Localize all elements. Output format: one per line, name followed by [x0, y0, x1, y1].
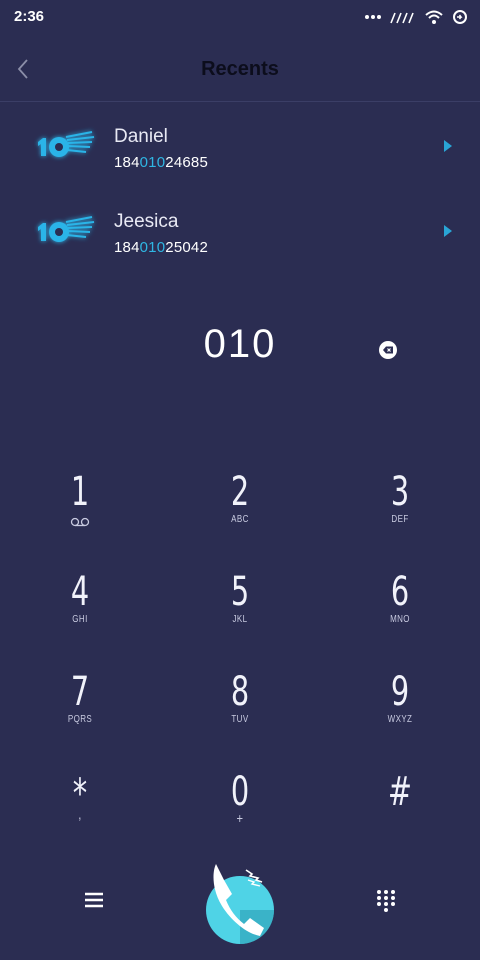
key-letters: TUV [231, 714, 249, 725]
backspace-icon[interactable] [378, 341, 398, 359]
key-letters: GHI [72, 614, 88, 625]
status-icons [364, 8, 468, 26]
key-2[interactable]: 2 ABC [180, 470, 300, 550]
key-letters: + [236, 810, 244, 826]
dialpad-icon[interactable] [372, 886, 400, 914]
key-7[interactable]: 7 PQRS [20, 670, 140, 750]
key-4[interactable]: 4 GHI [20, 570, 140, 650]
wifi-icon [425, 10, 443, 24]
key-hash[interactable]: # [340, 770, 460, 850]
list-item[interactable]: Daniel 18401024685 [0, 118, 480, 188]
key-digit: 4 [70, 569, 90, 615]
key-letters: ABC [231, 514, 249, 525]
status-bar: 2:36 [0, 0, 480, 34]
key-digit: 2 [230, 469, 250, 515]
key-digit: 5 [230, 569, 250, 615]
voicemail-icon [70, 517, 90, 527]
key-0[interactable]: 0 + [180, 770, 300, 850]
key-digit: 0 [230, 769, 250, 815]
key-letters: JKL [232, 614, 248, 625]
key-digit: 8 [230, 669, 250, 715]
key-letters: PQRS [67, 714, 93, 725]
key-digit: # [387, 769, 413, 815]
key-digit: 6 [390, 569, 410, 615]
key-letters: DEF [391, 514, 409, 525]
contact-name: Jeesica [114, 211, 179, 232]
dialed-number: 010 [203, 322, 277, 366]
key-6[interactable]: 6 MNO [340, 570, 460, 650]
key-letters: , [78, 806, 82, 822]
divider [0, 101, 480, 102]
bottom-bar [0, 850, 480, 960]
contact-number: 18401025042 [114, 239, 208, 256]
contact-avatar-icon [38, 131, 95, 157]
signal-icon [390, 12, 414, 24]
key-star[interactable]: * , [20, 772, 140, 852]
key-8[interactable]: 8 TUV [180, 670, 300, 750]
key-1[interactable]: 1 [20, 470, 140, 550]
page-title: Recents [201, 58, 279, 80]
key-digit: 7 [70, 669, 90, 715]
key-letters: WXYZ [387, 714, 413, 725]
contact-name: Daniel [114, 126, 168, 147]
header: Recents [0, 40, 480, 100]
expand-arrow-icon[interactable] [444, 140, 452, 152]
key-3[interactable]: 3 DEF [340, 470, 460, 550]
contact-number: 18401024685 [114, 154, 208, 171]
key-9[interactable]: 9 WXYZ [340, 670, 460, 750]
key-digit: 1 [70, 469, 90, 515]
call-button[interactable] [198, 850, 282, 950]
menu-icon[interactable] [80, 886, 108, 914]
status-time: 2:36 [14, 8, 45, 25]
key-digit: 9 [390, 669, 410, 715]
more-dots-icon [365, 15, 381, 19]
sync-icon [453, 10, 467, 24]
expand-arrow-icon[interactable] [444, 225, 452, 237]
key-5[interactable]: 5 JKL [180, 570, 300, 650]
contact-avatar-icon [38, 216, 95, 242]
key-digit: 3 [390, 469, 410, 515]
list-item[interactable]: Jeesica 18401025042 [0, 203, 480, 273]
key-letters: MNO [390, 614, 410, 625]
